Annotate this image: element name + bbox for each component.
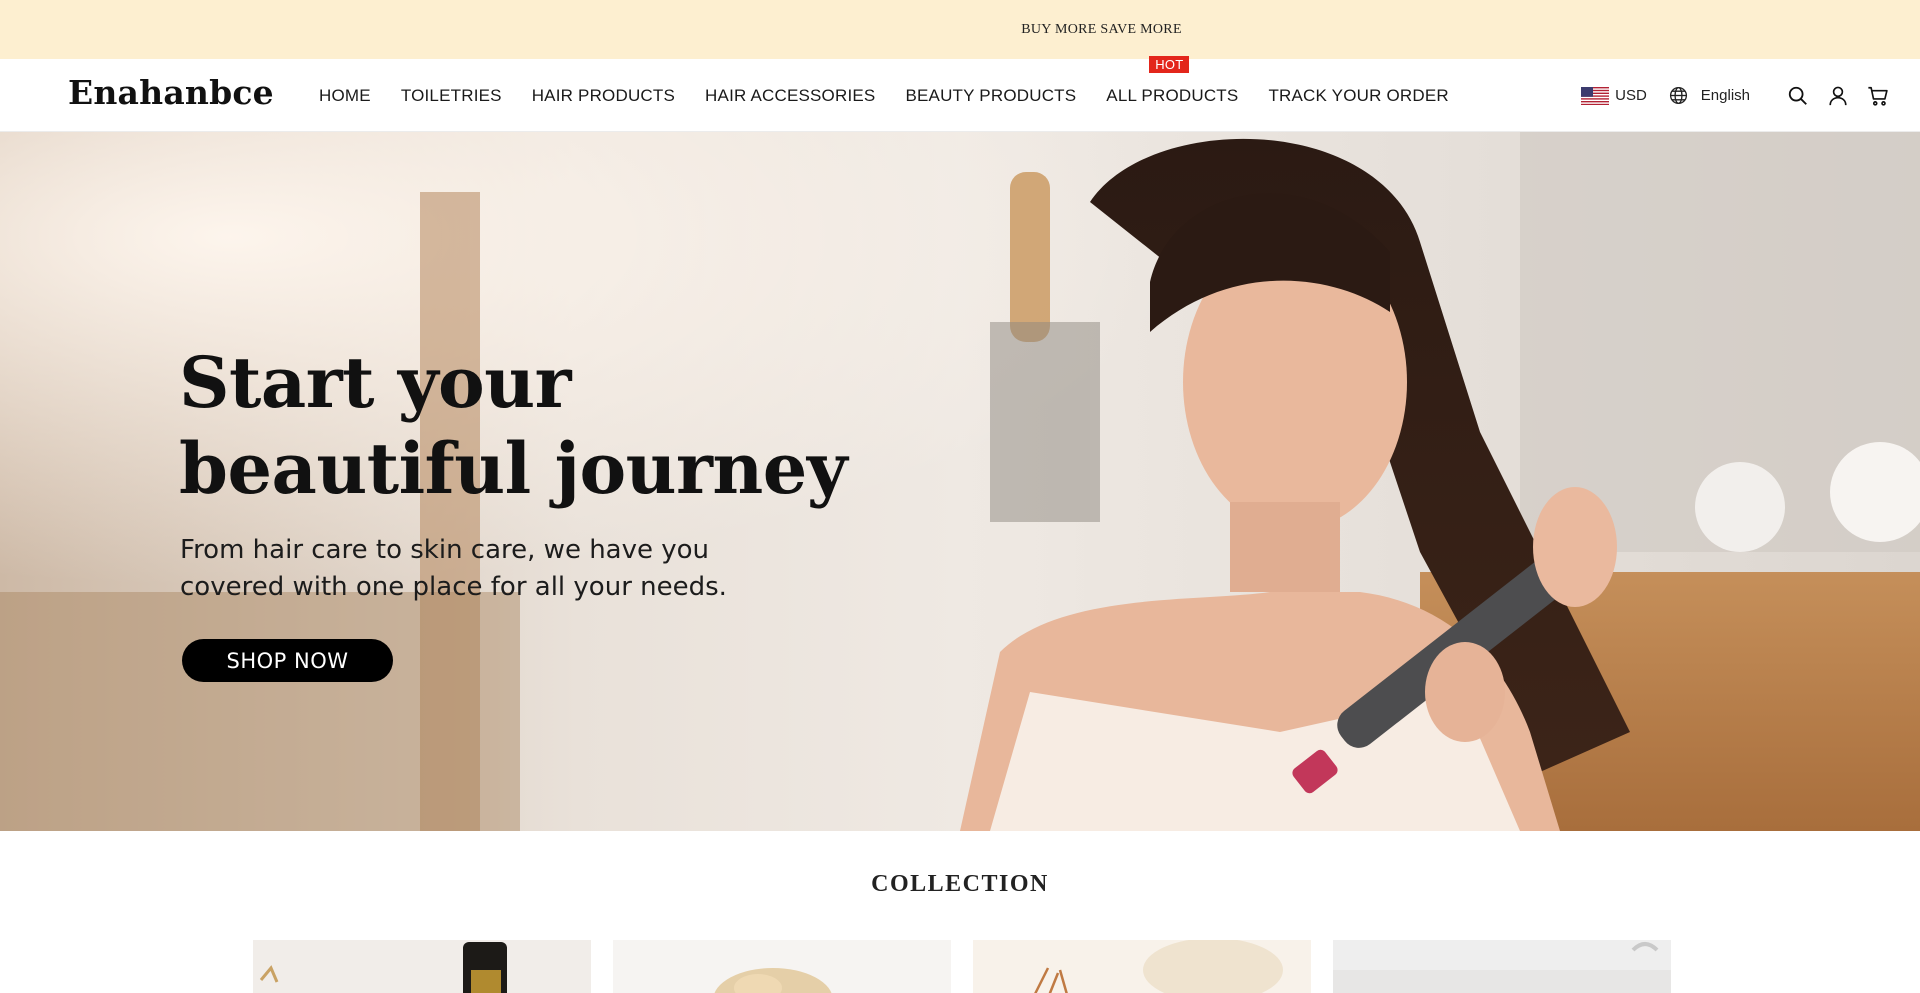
hero-banner: Start your beautiful journey From hair c… [0,132,1920,831]
globe-icon [1669,86,1687,105]
nav-hair-products[interactable]: HAIR PRODUCTS [532,86,675,106]
announcement-text: BUY MORE SAVE MORE [1021,21,1182,37]
nav-beauty-products[interactable]: BEAUTY PRODUCTS [905,86,1076,106]
collection-card-1-image [253,940,591,993]
main-nav: HOME TOILETRIES HAIR PRODUCTS HAIR ACCES… [319,55,1449,132]
cart-icon[interactable] [1866,84,1890,108]
language-label: English [1700,87,1750,104]
account-icon[interactable] [1826,84,1850,108]
language-selector[interactable]: English [1669,86,1750,105]
hero-title-line-1: Start your [179,341,571,424]
hero-title-line-2: beautiful journey [179,427,848,510]
currency-selector[interactable]: USD [1581,86,1647,105]
collection-title: COLLECTION [871,871,1049,897]
nav-all-products-label: ALL PRODUCTS [1106,85,1239,105]
announcement-bar: BUY MORE SAVE MORE [0,0,1920,59]
nav-hair-accessories[interactable]: HAIR ACCESSORIES [705,86,875,106]
hero-subtitle-line-1: From hair care to skin care, we have you [180,535,710,565]
collection-card-3-image [973,940,1311,993]
search-icon[interactable] [1786,84,1810,108]
currency-label: USD [1615,87,1647,104]
site-header: Enahanbce HOME TOILETRIES HAIR PRODUCTS … [0,55,1920,132]
collection-card-2[interactable] [613,940,951,993]
collection-card-3[interactable] [973,940,1311,993]
nav-all-products[interactable]: ALL PRODUCTS HOT [1106,55,1239,106]
collection-card-1[interactable] [253,940,591,993]
us-flag-icon [1581,86,1610,105]
hot-badge: HOT [1149,55,1190,73]
hero-subtitle: From hair care to skin care, we have you… [180,532,800,606]
collection-card-4-image [1333,940,1671,993]
hero-subtitle-line-2: covered with one place for all your need… [180,572,727,602]
hero-title: Start your beautiful journey [179,340,848,512]
shop-now-button[interactable]: SHOP NOW [182,639,393,682]
collection-card-4[interactable] [1333,940,1671,993]
collection-cards [253,940,1671,993]
nav-toiletries[interactable]: TOILETRIES [401,86,502,106]
nav-home[interactable]: HOME [319,86,371,106]
nav-track-order[interactable]: TRACK YOUR ORDER [1268,86,1448,106]
collection-card-2-image [613,940,951,993]
header-actions: USD English [1581,59,1890,132]
site-logo[interactable]: Enahanbce [68,73,274,112]
